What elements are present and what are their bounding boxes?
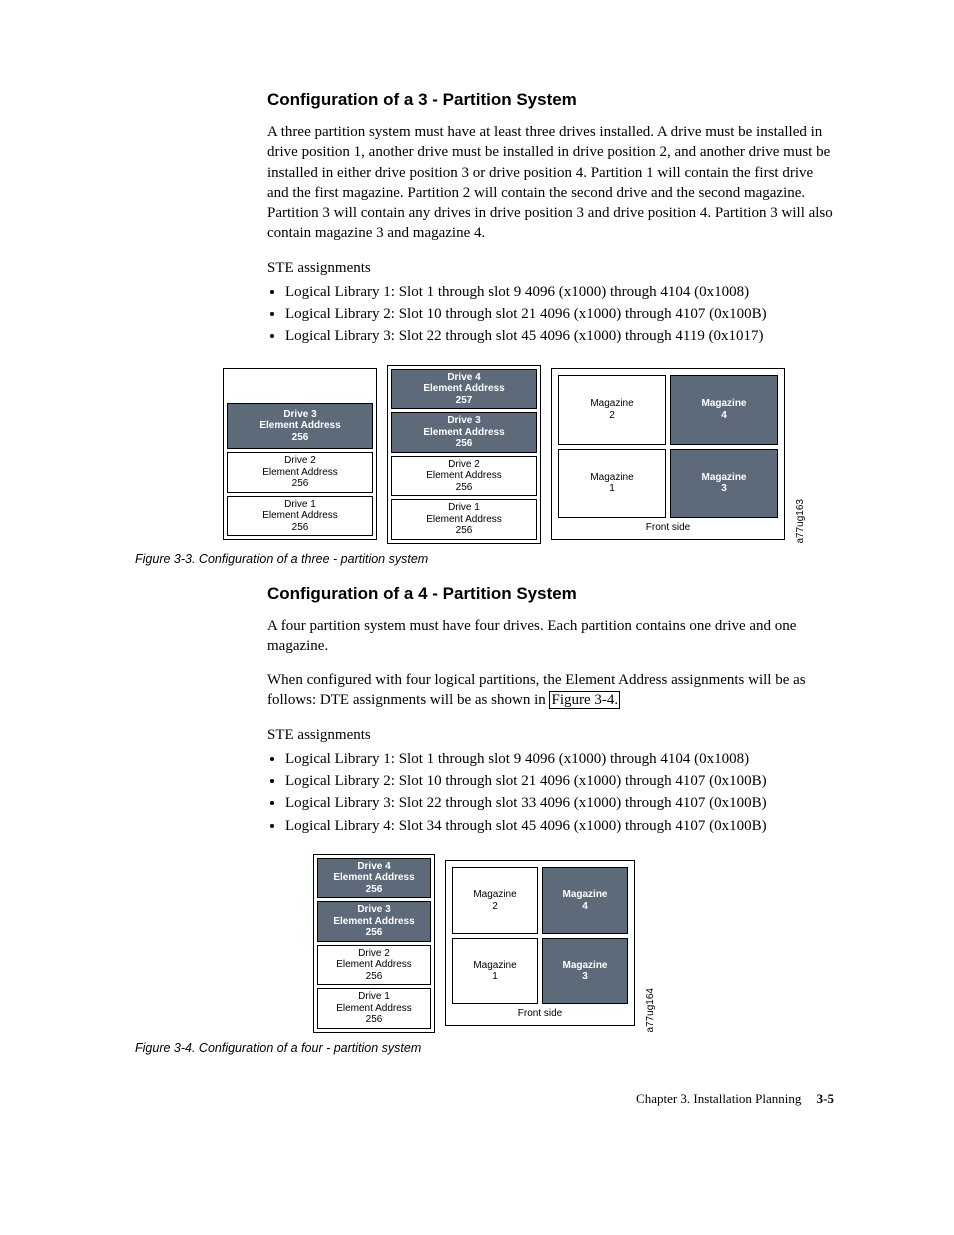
magazine-3: Magazine3 (670, 449, 778, 519)
list-item: Logical Library 3: Slot 22 through slot … (285, 326, 834, 346)
heading-4partition: Configuration of a 4 - Partition System (267, 584, 834, 604)
fig33-left-column: Drive 3Element Address256 Drive 2Element… (223, 368, 377, 540)
figure-id-label: a77ug163 (795, 497, 806, 544)
figure-3-3-caption: Figure 3-3. Configuration of a three - p… (135, 552, 834, 566)
drive2-box: Drive 2Element Address256 (391, 456, 537, 497)
page-footer: Chapter 3. Installation Planning 3-5 (135, 1091, 834, 1107)
figure-id-label: a77ug164 (645, 986, 656, 1033)
front-side-label: Front side (452, 1004, 628, 1019)
list-item: Logical Library 2: Slot 10 through slot … (285, 304, 834, 324)
drive3-box: Drive 3Element Address256 (317, 901, 431, 942)
list-item: Logical Library 1: Slot 1 through slot 9… (285, 282, 834, 302)
fig33-mid-column: Drive 4Element Address257 Drive 3Element… (387, 365, 541, 544)
magazine-3: Magazine3 (542, 938, 628, 1005)
drive3-box: Drive 3Element Address256 (391, 412, 537, 453)
figure-3-4: Drive 4Element Address256 Drive 3Element… (135, 854, 834, 1033)
figure-3-3: Drive 3Element Address256 Drive 2Element… (195, 365, 834, 544)
para-4partition-intro: A four partition system must have four d… (267, 616, 834, 657)
list-item: Logical Library 1: Slot 1 through slot 9… (285, 749, 834, 769)
footer-chapter: Chapter 3. Installation Planning (636, 1091, 801, 1106)
drive2-box: Drive 2Element Address256 (317, 945, 431, 986)
list-item: Logical Library 2: Slot 10 through slot … (285, 771, 834, 791)
para-4partition-dte: When configured with four logical partit… (267, 670, 834, 711)
xref-figure-3-4[interactable]: Figure 3-4. (549, 691, 620, 709)
text-run: When configured with four logical partit… (267, 672, 806, 708)
drive1-box: Drive 1Element Address256 (317, 988, 431, 1029)
drive1-box: Drive 1Element Address256 (391, 499, 537, 540)
drive4-box: Drive 4Element Address257 (391, 369, 537, 410)
footer-page-number: 3-5 (817, 1091, 834, 1106)
drive4-box: Drive 4Element Address256 (317, 858, 431, 899)
fig33-magazines: Magazine2 Magazine4 Magazine1 Magazine3 … (551, 368, 785, 540)
figure-3-4-caption: Figure 3-4. Configuration of a four - pa… (135, 1041, 834, 1055)
ste-label-4: STE assignments (267, 725, 834, 745)
ste-list-3: Logical Library 1: Slot 1 through slot 9… (267, 282, 834, 347)
ste-label-3: STE assignments (267, 258, 834, 278)
magazine-2: Magazine2 (452, 867, 538, 934)
heading-3partition: Configuration of a 3 - Partition System (267, 90, 834, 110)
drive3-box: Drive 3Element Address256 (227, 403, 373, 449)
ste-list-4: Logical Library 1: Slot 1 through slot 9… (267, 749, 834, 836)
fig34-drive-column: Drive 4Element Address256 Drive 3Element… (313, 854, 435, 1033)
list-item: Logical Library 4: Slot 34 through slot … (285, 816, 834, 836)
magazine-1: Magazine1 (452, 938, 538, 1005)
drive2-box: Drive 2Element Address256 (227, 452, 373, 493)
drive1-box: Drive 1Element Address256 (227, 496, 373, 537)
para-3partition-intro: A three partition system must have at le… (267, 122, 834, 244)
magazine-2: Magazine2 (558, 375, 666, 445)
fig34-magazines: Magazine2 Magazine4 Magazine1 Magazine3 … (445, 860, 635, 1026)
magazine-4: Magazine4 (542, 867, 628, 934)
magazine-1: Magazine1 (558, 449, 666, 519)
front-side-label: Front side (558, 518, 778, 533)
list-item: Logical Library 3: Slot 22 through slot … (285, 793, 834, 813)
magazine-4: Magazine4 (670, 375, 778, 445)
